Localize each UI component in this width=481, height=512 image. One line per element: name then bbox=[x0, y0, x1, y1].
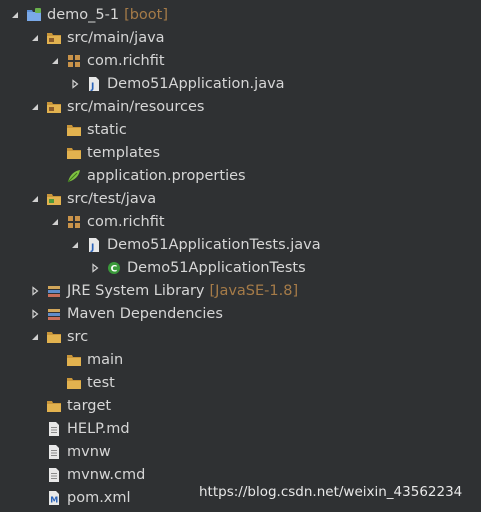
tree-item-label: application.properties bbox=[87, 167, 246, 184]
source-folder-icon bbox=[46, 99, 62, 115]
tree-item-label: src/test/java bbox=[67, 190, 157, 207]
package-icon bbox=[66, 53, 82, 69]
tree-item[interactable]: src/main/resources bbox=[0, 95, 481, 118]
svg-text:C: C bbox=[111, 264, 118, 274]
source-folder-icon bbox=[46, 30, 62, 46]
tree-item-label: pom.xml bbox=[67, 489, 131, 506]
project-icon bbox=[26, 7, 42, 23]
tree-item-label: templates bbox=[87, 144, 161, 161]
no-arrow bbox=[30, 401, 40, 411]
tree-item-label: static bbox=[87, 121, 127, 138]
text-file-icon bbox=[46, 467, 62, 483]
svg-text:M: M bbox=[50, 495, 58, 504]
collapse-arrow-icon[interactable] bbox=[90, 262, 100, 273]
expand-arrow-icon[interactable] bbox=[10, 10, 20, 20]
svg-text:J: J bbox=[90, 82, 94, 92]
folder-icon bbox=[46, 398, 62, 414]
no-arrow bbox=[30, 424, 40, 434]
tree-item-label: JRE System Library bbox=[67, 282, 205, 299]
tree-item[interactable]: src bbox=[0, 325, 481, 348]
tree-item[interactable]: target bbox=[0, 394, 481, 417]
tree-item-label: HELP.md bbox=[67, 420, 130, 437]
no-arrow bbox=[50, 355, 60, 365]
package-icon bbox=[66, 214, 82, 230]
no-arrow bbox=[50, 125, 60, 135]
xml-file-icon: M bbox=[46, 490, 62, 506]
java-file-icon: J bbox=[86, 237, 102, 253]
expand-arrow-icon[interactable] bbox=[50, 56, 60, 66]
tree-item[interactable]: application.properties bbox=[0, 164, 481, 187]
collapse-arrow-icon[interactable] bbox=[70, 78, 80, 89]
tree-item[interactable]: HELP.md bbox=[0, 417, 481, 440]
no-arrow bbox=[50, 378, 60, 388]
folder-icon bbox=[66, 122, 82, 138]
tree-item[interactable]: Maven Dependencies bbox=[0, 302, 481, 325]
no-arrow bbox=[50, 148, 60, 158]
tree-item-label: com.richfit bbox=[87, 213, 165, 230]
expand-arrow-icon[interactable] bbox=[50, 217, 60, 227]
no-arrow bbox=[30, 447, 40, 457]
library-icon bbox=[46, 306, 62, 322]
expand-arrow-icon[interactable] bbox=[30, 33, 40, 43]
tree-item-label: com.richfit bbox=[87, 52, 165, 69]
tree-item[interactable]: com.richfit bbox=[0, 49, 481, 72]
collapse-arrow-icon[interactable] bbox=[30, 308, 40, 319]
tree-item[interactable]: JRE System Library [JavaSE-1.8] bbox=[0, 279, 481, 302]
tree-item-label: mvnw.cmd bbox=[67, 466, 146, 483]
java-file-icon: J bbox=[86, 76, 102, 92]
folder-icon bbox=[66, 375, 82, 391]
tree-item[interactable]: mvnw bbox=[0, 440, 481, 463]
test-source-folder-icon bbox=[46, 191, 62, 207]
tree-item[interactable]: src/main/java bbox=[0, 26, 481, 49]
tree-item-label: mvnw bbox=[67, 443, 111, 460]
tree-item-label: main bbox=[87, 351, 124, 368]
library-icon bbox=[46, 283, 62, 299]
tree-item[interactable]: templates bbox=[0, 141, 481, 164]
tree-item[interactable]: C Demo51ApplicationTests bbox=[0, 256, 481, 279]
tree-item-label: Maven Dependencies bbox=[67, 305, 223, 322]
tree-item[interactable]: static bbox=[0, 118, 481, 141]
tree-item[interactable]: main bbox=[0, 348, 481, 371]
no-arrow bbox=[30, 493, 40, 503]
tree-item-label: demo_5-1 bbox=[47, 6, 120, 23]
folder-icon bbox=[46, 329, 62, 345]
tree-item[interactable]: src/test/java bbox=[0, 187, 481, 210]
no-arrow bbox=[30, 470, 40, 480]
collapse-arrow-icon[interactable] bbox=[30, 285, 40, 296]
tree-item-decoration: [boot] bbox=[124, 6, 169, 23]
tree-item-label: Demo51ApplicationTests.java bbox=[107, 236, 321, 253]
tree-item-label: src bbox=[67, 328, 89, 345]
tree-item-label: src/main/resources bbox=[67, 98, 205, 115]
tree-item-label: test bbox=[87, 374, 115, 391]
expand-arrow-icon[interactable] bbox=[70, 240, 80, 250]
watermark: https://blog.csdn.net/weixin_43562234 bbox=[199, 484, 463, 500]
expand-arrow-icon[interactable] bbox=[30, 102, 40, 112]
folder-icon bbox=[66, 352, 82, 368]
tree-item-decoration: [JavaSE-1.8] bbox=[209, 282, 299, 299]
no-arrow bbox=[50, 171, 60, 181]
tree-item-label: Demo51ApplicationTests bbox=[127, 259, 306, 276]
tree-item[interactable]: mvnw.cmd bbox=[0, 463, 481, 486]
svg-text:J: J bbox=[90, 243, 94, 253]
tree-item-label: src/main/java bbox=[67, 29, 165, 46]
tree-item[interactable]: com.richfit bbox=[0, 210, 481, 233]
tree-item-label: target bbox=[67, 397, 112, 414]
text-file-icon bbox=[46, 444, 62, 460]
tree-item[interactable]: demo_5-1 [boot] bbox=[0, 3, 481, 26]
tree-item[interactable]: J Demo51Application.java bbox=[0, 72, 481, 95]
properties-file-icon bbox=[66, 168, 82, 184]
expand-arrow-icon[interactable] bbox=[30, 332, 40, 342]
folder-icon bbox=[66, 145, 82, 161]
expand-arrow-icon[interactable] bbox=[30, 194, 40, 204]
tree-item[interactable]: test bbox=[0, 371, 481, 394]
tree-item-label: Demo51Application.java bbox=[107, 75, 285, 92]
text-file-icon bbox=[46, 421, 62, 437]
tree-item[interactable]: J Demo51ApplicationTests.java bbox=[0, 233, 481, 256]
class-icon: C bbox=[106, 260, 122, 276]
